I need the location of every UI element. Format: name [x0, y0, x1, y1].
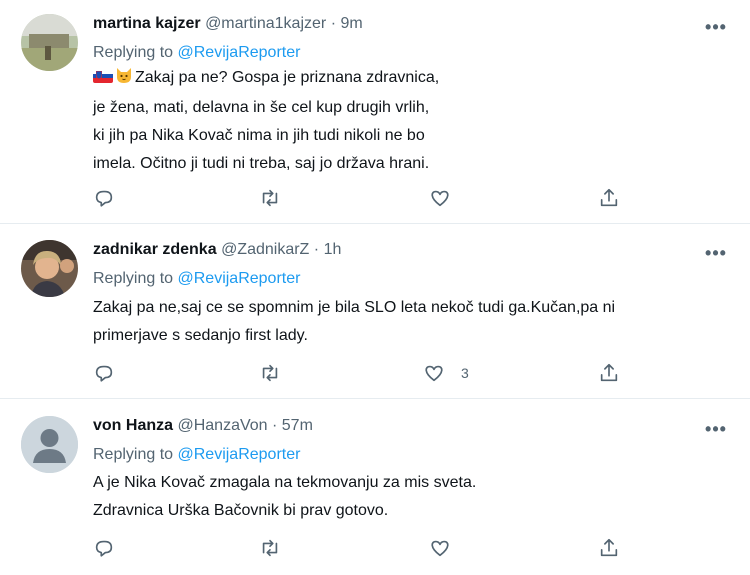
display-name[interactable]: martina kajzer [93, 15, 201, 32]
reply-button[interactable] [93, 186, 115, 210]
share-button[interactable] [598, 361, 620, 385]
reply-icon [95, 540, 113, 557]
like-button[interactable]: 3 [423, 361, 469, 385]
tweet[interactable]: zadnikar zdenka @ZadnikarZ · 1h ••• Repl… [0, 224, 750, 399]
tweet-text: A je Nika Kovač zmagala na tekmovanju za… [93, 469, 476, 525]
reply-icon [95, 190, 113, 207]
avatar[interactable] [21, 14, 78, 71]
user-handle[interactable]: @martina1kajzer [205, 15, 326, 32]
default-avatar-icon [21, 416, 78, 473]
tweet-text: Zakaj pa ne,saj ce se spomnim je bila SL… [93, 294, 615, 350]
heart-icon [431, 190, 449, 207]
tweet-line: ki jih pa Nika Kovač nima in jih tudi ni… [93, 127, 425, 144]
retweet-button[interactable] [259, 536, 281, 560]
reply-button[interactable] [93, 361, 115, 385]
tweet-line: je žena, mati, delavna in še cel kup dru… [93, 99, 430, 116]
slovenia-flag-icon [93, 69, 113, 83]
like-count: 3 [461, 365, 469, 381]
tweet-actions [93, 186, 633, 210]
tweet-line: Zakaj pa ne,saj ce se spomnim je bila SL… [93, 299, 616, 316]
separator-dot: · [272, 417, 278, 434]
reply-button[interactable] [93, 536, 115, 560]
tweet[interactable]: von Hanza @HanzaVon · 57m ••• Replying t… [0, 399, 750, 575]
timestamp[interactable]: 57m [282, 417, 313, 434]
separator-dot: · [313, 241, 320, 258]
replying-to-label: Replying to [93, 44, 174, 61]
tweet-line: A je Nika Kovač zmagala na tekmovanju za… [93, 474, 477, 491]
tweet-line-text: Zakaj pa ne? Gospa je priznana zdravnica… [135, 69, 440, 86]
display-name[interactable]: zadnikar zdenka [93, 241, 217, 258]
replying-to-handle[interactable]: @RevijaReporter [178, 44, 301, 61]
retweet-icon [262, 539, 278, 557]
more-options-icon[interactable]: ••• [704, 17, 728, 37]
tweet-text: Zakaj pa ne? Gospa je priznana zdravnica… [93, 64, 439, 178]
tweet-line: Zdravnica Urška Bačovnik bi prav gotovo. [93, 502, 389, 519]
tweet[interactable]: martina kajzer @martina1kajzer · 9m ••• … [0, 0, 750, 224]
replying-to-handle[interactable]: @RevijaReporter [178, 446, 301, 463]
more-options-icon[interactable]: ••• [704, 243, 728, 263]
tweet-actions [93, 536, 633, 560]
replying-to-label: Replying to [93, 446, 174, 463]
retweet-button[interactable] [259, 361, 281, 385]
timestamp[interactable]: 9m [340, 15, 362, 32]
tweet-line: primerjave s sedanjo first lady. [93, 327, 308, 344]
display-name[interactable]: von Hanza [93, 417, 173, 434]
retweet-button[interactable] [259, 186, 281, 210]
tweet-line: Zakaj pa ne? Gospa je priznana zdravnica… [93, 64, 439, 94]
user-handle[interactable]: @HanzaVon [177, 417, 267, 434]
user-handle[interactable]: @ZadnikarZ [221, 241, 309, 258]
replying-to-label: Replying to [93, 270, 174, 287]
share-icon [600, 188, 618, 207]
cat-face-icon [115, 66, 133, 94]
retweet-icon [262, 189, 278, 207]
avatar[interactable] [21, 416, 78, 473]
like-button[interactable] [429, 536, 461, 560]
tweet-line: imela. Očitno ji tudi ni treba, saj jo d… [93, 155, 430, 172]
more-options-icon[interactable]: ••• [704, 419, 728, 439]
retweet-icon [262, 364, 278, 382]
like-button[interactable] [429, 186, 461, 210]
replying-to-handle[interactable]: @RevijaReporter [178, 270, 301, 287]
share-icon [600, 538, 618, 557]
avatar[interactable] [21, 240, 78, 297]
share-button[interactable] [598, 536, 620, 560]
heart-icon [431, 540, 449, 557]
timestamp[interactable]: 1h [324, 241, 342, 258]
share-button[interactable] [598, 186, 620, 210]
share-icon [600, 363, 618, 382]
separator-dot: · [330, 15, 337, 32]
reply-icon [95, 365, 113, 382]
heart-icon [425, 365, 443, 382]
tweet-actions: 3 [93, 361, 633, 385]
